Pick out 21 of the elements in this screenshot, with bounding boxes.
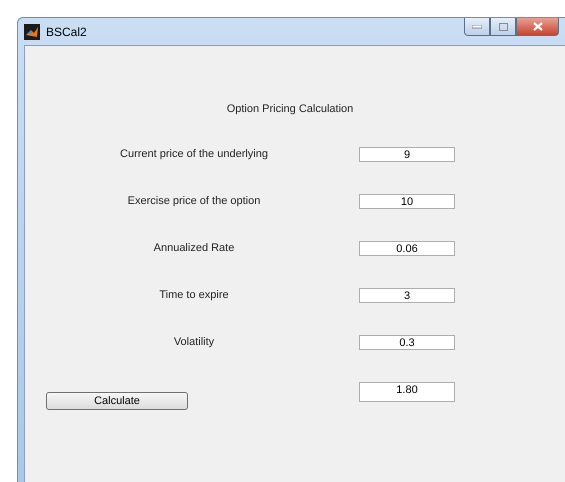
field-label: Time to expire bbox=[158, 288, 230, 301]
minimize-button[interactable] bbox=[464, 18, 490, 36]
close-icon bbox=[532, 22, 542, 31]
calculate-button[interactable]: Calculate bbox=[46, 392, 188, 410]
input-field[interactable]: 9 bbox=[359, 147, 455, 162]
result-field[interactable]: 1.80 bbox=[359, 382, 455, 402]
maximize-icon bbox=[498, 22, 508, 30]
field-label: Annualized Rate bbox=[152, 241, 236, 254]
window-title: BSCal2 bbox=[46, 24, 87, 38]
form-heading: Option Pricing Calculation bbox=[226, 103, 354, 115]
close-button[interactable] bbox=[516, 18, 559, 36]
input-field[interactable]: 3 bbox=[359, 288, 455, 303]
maximize-button[interactable] bbox=[490, 18, 516, 36]
app-logo-icon bbox=[24, 24, 40, 40]
input-field[interactable]: 10 bbox=[359, 194, 455, 209]
field-label: Exercise price of the option bbox=[126, 194, 262, 207]
minimize-icon bbox=[472, 24, 482, 28]
field-label: Current price of the underlying bbox=[119, 147, 269, 160]
field-label: Volatility bbox=[172, 335, 216, 348]
input-field[interactable]: 0.06 bbox=[359, 241, 455, 256]
input-field[interactable]: 0.3 bbox=[359, 335, 455, 350]
